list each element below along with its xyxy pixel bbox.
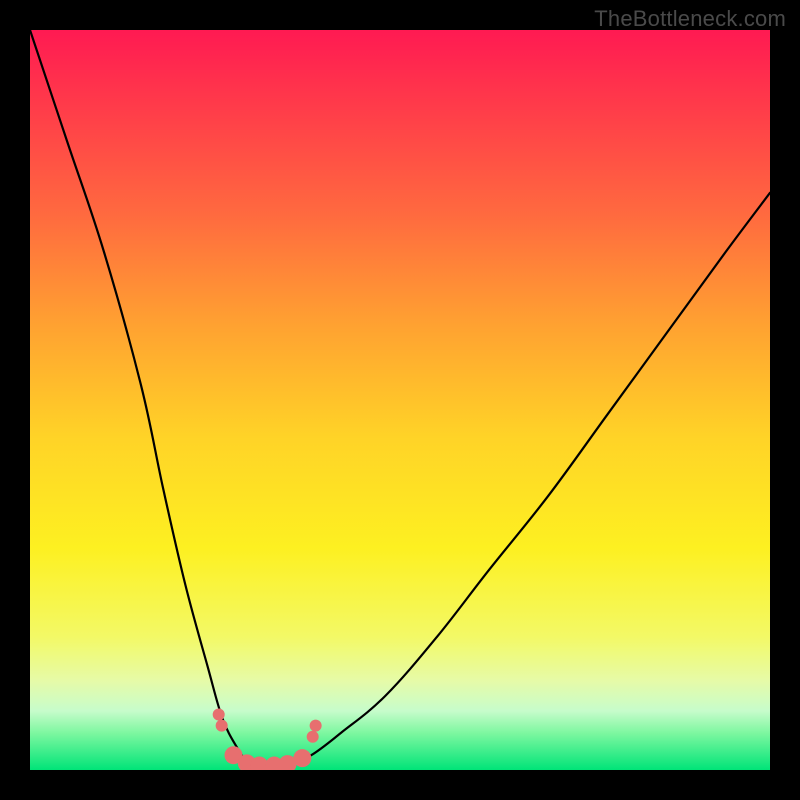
highlight-point	[307, 731, 319, 743]
bottleneck-curve	[30, 30, 770, 766]
highlight-point	[213, 709, 225, 721]
highlight-point	[293, 749, 311, 767]
highlight-point	[216, 720, 228, 732]
chart-svg	[30, 30, 770, 770]
watermark-text: TheBottleneck.com	[594, 6, 786, 32]
chart-plot-area	[30, 30, 770, 770]
highlight-markers	[213, 709, 322, 771]
highlight-point	[310, 720, 322, 732]
